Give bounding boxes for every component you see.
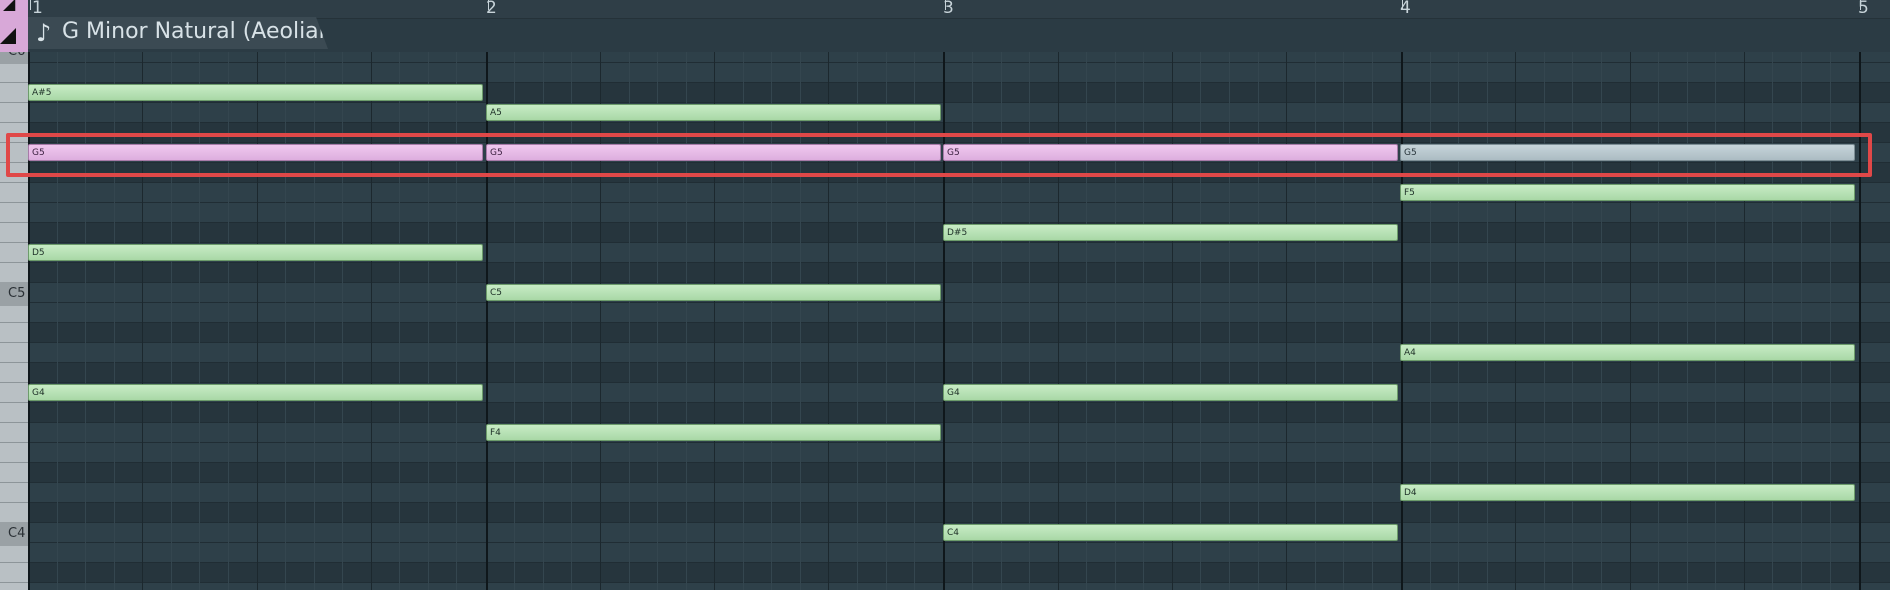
grid-row-line (28, 342, 1890, 343)
note-a4-bar-4[interactable]: A4 (1400, 344, 1855, 361)
pattern-title-tab[interactable]: ♪ G Minor Natural (Aeolian) (28, 17, 328, 49)
grid-row (28, 302, 1890, 322)
bar-number-1: 1 (32, 0, 43, 18)
grid-row (28, 542, 1890, 562)
grid-row (28, 102, 1890, 122)
key-divider (0, 582, 28, 583)
grid-row-line (28, 182, 1890, 183)
grid-row (28, 282, 1890, 302)
grid-row-line (28, 442, 1890, 443)
key-divider (0, 442, 28, 443)
grid-row (28, 462, 1890, 482)
note-d4-bar-4[interactable]: D4 (1400, 484, 1855, 501)
timeline-ruler[interactable]: 1 2 3 4 5 (0, 0, 1890, 19)
grid-row (28, 52, 1890, 62)
grid-row (28, 442, 1890, 462)
bar-number-3: 3 (943, 0, 954, 18)
key-divider (0, 402, 28, 403)
grid-row-line (28, 222, 1890, 223)
key-divider (0, 202, 28, 203)
grid-row-line (28, 282, 1890, 283)
note-a-sharp5-bar-1[interactable]: A#5 (28, 84, 483, 101)
grid-row (28, 562, 1890, 582)
key-divider (0, 322, 28, 323)
note-g4-bar-3[interactable]: G4 (943, 384, 1398, 401)
grid-row (28, 262, 1890, 282)
grid-row (28, 422, 1890, 442)
grid-row-line (28, 82, 1890, 83)
note-d5-bar-1[interactable]: D5 (28, 244, 483, 261)
key-divider (0, 422, 28, 423)
key-divider (0, 82, 28, 83)
grid-row-line (28, 262, 1890, 263)
grid-row-line (28, 382, 1890, 383)
grid-row-line (28, 562, 1890, 563)
key-label-c4: C4 (0, 522, 28, 546)
grid-row-line (28, 122, 1890, 123)
key-divider (0, 182, 28, 183)
piano-roll-menu-button[interactable]: ◢ (0, 0, 28, 52)
key-divider (0, 462, 28, 463)
grid-row-line (28, 482, 1890, 483)
music-note-icon: ♪ (36, 19, 52, 47)
grid-row-line (28, 502, 1890, 503)
key-divider (0, 362, 28, 363)
note-c4-bar-3[interactable]: C4 (943, 524, 1398, 541)
note-c5-bar-2[interactable]: C5 (486, 284, 941, 301)
grid-row (28, 202, 1890, 222)
key-divider (0, 482, 28, 483)
piano-roll-window: 1 2 3 4 5 ◢ ♪ G Minor Natural (Aeolian) … (0, 0, 1890, 590)
bar-number-2: 2 (486, 0, 497, 18)
note-a5-bar-2[interactable]: A5 (486, 104, 941, 121)
grid-row-line (28, 322, 1890, 323)
key-divider (0, 342, 28, 343)
grid-row-line (28, 202, 1890, 203)
grid-row (28, 362, 1890, 382)
grid-row-line (28, 362, 1890, 363)
pattern-title: G Minor Natural (Aeolian) (62, 19, 342, 44)
key-divider (0, 562, 28, 563)
key-label-c5: C5 (0, 282, 28, 306)
note-g4-bar-1[interactable]: G4 (28, 384, 483, 401)
grid-row-line (28, 582, 1890, 583)
grid-row (28, 502, 1890, 522)
grid-row-line (28, 542, 1890, 543)
bar-number-4: 4 (1400, 0, 1411, 18)
key-divider (0, 122, 28, 123)
grid-row (28, 582, 1890, 590)
key-divider (0, 262, 28, 263)
key-divider (0, 502, 28, 503)
grid-row-line (28, 462, 1890, 463)
grid-row-line (28, 402, 1890, 403)
grid-row (28, 402, 1890, 422)
key-divider (0, 242, 28, 243)
grid-row (28, 322, 1890, 342)
grid-row-line (28, 242, 1890, 243)
note-f4-bar-2[interactable]: F4 (486, 424, 941, 441)
grid-row-line (28, 522, 1890, 523)
grid-row-line (28, 422, 1890, 423)
snap-corner-icon (0, 28, 16, 44)
key-divider (0, 382, 28, 383)
key-divider (0, 222, 28, 223)
bar-marker-1 (30, 0, 31, 10)
note-d-sharp5-bar-3[interactable]: D#5 (943, 224, 1398, 241)
grid-row-line (28, 102, 1890, 103)
menu-icon: ◢ (3, 0, 16, 13)
note-f5-bar-4[interactable]: F5 (1400, 184, 1855, 201)
grid-row-line (28, 302, 1890, 303)
grid-row (28, 62, 1890, 82)
key-divider (0, 102, 28, 103)
bar-number-5: 5 (1858, 0, 1869, 18)
highlighted-row-g5 (6, 133, 1872, 177)
grid-row-line (28, 62, 1890, 63)
